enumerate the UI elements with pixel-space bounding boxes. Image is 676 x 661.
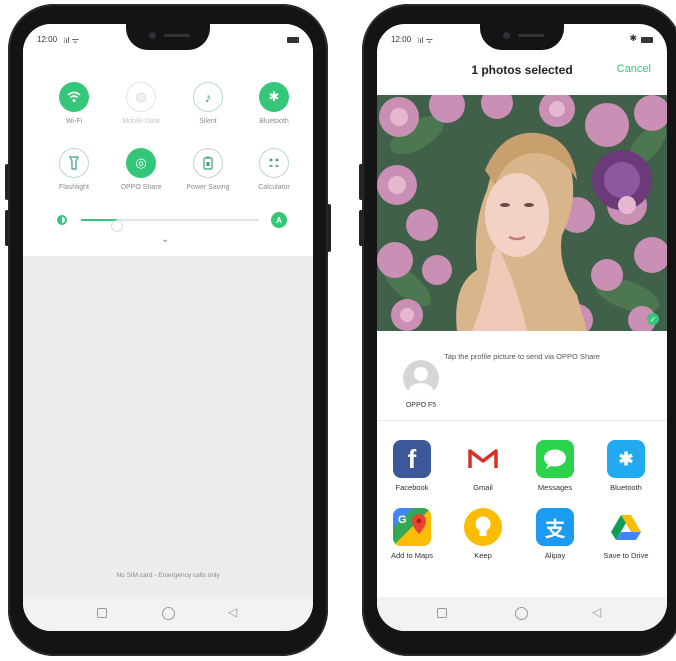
brightness-fill: [81, 219, 117, 221]
tile-label: Mobile Data: [122, 118, 160, 125]
tile-label: Flashlight: [59, 184, 89, 191]
home-icon[interactable]: [515, 607, 528, 620]
notch: [480, 24, 564, 50]
tile-label: Silent: [199, 118, 217, 125]
bluetooth-icon: ✱: [259, 82, 289, 112]
status-time: 12:00: [391, 35, 412, 44]
volume-button: [359, 210, 363, 246]
power-button: [327, 204, 331, 252]
keep-icon: [464, 508, 502, 546]
auto-brightness-toggle[interactable]: A: [271, 212, 287, 228]
share-app-drive[interactable]: Save to Drive: [593, 508, 659, 560]
tile-mobile-data[interactable]: ◍ Mobile Data: [106, 82, 176, 125]
recents-icon[interactable]: [437, 608, 447, 618]
signal-icon: ⁝ıl ᯤ: [63, 36, 80, 45]
tile-flashlight[interactable]: Flashlight: [39, 148, 109, 191]
quick-settings-panel: Wi-Fi ◍ Mobile Data ♪ Silent ✱ Bluetooth…: [23, 24, 313, 256]
share-app-messages[interactable]: Messages: [522, 440, 588, 492]
battery-icon: [641, 37, 653, 43]
gmail-icon: [464, 440, 502, 478]
oppo-share-icon: ◎: [126, 148, 156, 178]
battery-icon: [287, 37, 299, 43]
bluetooth-status-icon: ✱: [629, 33, 637, 43]
share-app-bluetooth[interactable]: ✱ Bluetooth: [593, 440, 659, 492]
brightness-track[interactable]: [81, 219, 259, 232]
tile-silent[interactable]: ♪ Silent: [173, 82, 243, 125]
share-app-gmail[interactable]: Gmail: [450, 440, 516, 492]
drive-icon: [607, 508, 645, 546]
selected-check-icon: ✓: [647, 313, 659, 325]
tile-bluetooth[interactable]: ✱ Bluetooth: [239, 82, 309, 125]
app-label: Gmail: [473, 483, 493, 492]
app-label: Keep: [474, 551, 492, 560]
volume-button: [359, 164, 363, 200]
app-label: Save to Drive: [603, 551, 649, 560]
bluetooth-icon: ✱: [607, 440, 645, 478]
share-app-keep[interactable]: Keep: [450, 508, 516, 560]
flashlight-icon: [59, 148, 89, 178]
left-screen: 12:00 ⁝ıl ᯤ Wi-Fi ◍ Mobile Data ♪ Silent…: [23, 24, 313, 631]
cancel-button[interactable]: Cancel: [617, 63, 651, 75]
oppo-share-device[interactable]: OPPO F5: [401, 360, 441, 409]
tile-label: Bluetooth: [259, 118, 289, 125]
recents-icon[interactable]: [97, 608, 107, 618]
navigation-bar: ◁: [23, 597, 313, 631]
tile-label: Wi-Fi: [65, 118, 83, 125]
tile-calculator[interactable]: Calculator: [239, 148, 309, 191]
selected-photo[interactable]: ✓: [377, 95, 667, 331]
svg-text:G: G: [398, 514, 407, 526]
app-label: Messages: [537, 483, 573, 492]
emergency-calls-text: No SIM card - Emergency calls only: [116, 572, 220, 579]
chevron-down-icon[interactable]: ⌄: [161, 234, 169, 245]
maps-icon: G: [393, 508, 431, 546]
wifi-icon: [59, 82, 89, 112]
right-screen: 12:00 ⁝ıl ᯤ ✱ 1 photos selected Cancel ✓…: [377, 24, 667, 631]
tile-power-saving[interactable]: Power Saving: [173, 148, 243, 191]
share-app-maps[interactable]: G Add to Maps: [379, 508, 445, 560]
left-phone: 12:00 ⁝ıl ᯤ Wi-Fi ◍ Mobile Data ♪ Silent…: [5, 4, 331, 656]
app-label: Bluetooth: [610, 483, 642, 492]
divider: [377, 420, 667, 421]
tile-oppo-share[interactable]: ◎ OPPO Share: [106, 148, 176, 191]
avatar-icon: [403, 360, 439, 396]
share-app-alipay[interactable]: 支 Alipay: [522, 508, 588, 560]
share-app-facebook[interactable]: f Facebook: [379, 440, 445, 492]
navigation-bar: ◁: [377, 597, 667, 631]
bell-off-icon: ♪: [193, 82, 223, 112]
facebook-icon: f: [393, 440, 431, 478]
battery-icon: [193, 148, 223, 178]
messages-icon: [536, 440, 574, 478]
volume-button: [5, 210, 9, 246]
volume-button: [5, 164, 9, 200]
notch: [126, 24, 210, 50]
calculator-icon: [259, 148, 289, 178]
tile-label: OPPO Share: [120, 184, 162, 191]
home-icon[interactable]: [162, 607, 175, 620]
status-time: 12:00: [37, 35, 58, 44]
app-label: Facebook: [395, 483, 429, 492]
brightness-slider[interactable]: A: [57, 212, 297, 232]
tile-wifi[interactable]: Wi-Fi: [39, 82, 109, 125]
back-icon[interactable]: ◁: [592, 605, 601, 619]
alipay-icon: 支: [536, 508, 574, 546]
right-phone: 12:00 ⁝ıl ᯤ ✱ 1 photos selected Cancel ✓…: [359, 4, 676, 656]
back-icon[interactable]: ◁: [228, 605, 237, 619]
brightness-thumb[interactable]: [110, 220, 123, 232]
signal-icon: ⁝ıl ᯤ: [417, 36, 434, 45]
app-label: Alipay: [544, 551, 566, 560]
photo-image: [377, 95, 667, 331]
tile-label: Power Saving: [186, 184, 230, 191]
brightness-icon: [57, 215, 67, 225]
globe-icon: ◍: [126, 82, 156, 112]
app-label: Add to Maps: [390, 551, 434, 560]
device-name: OPPO F5: [405, 402, 437, 409]
tile-label: Calculator: [258, 184, 290, 191]
